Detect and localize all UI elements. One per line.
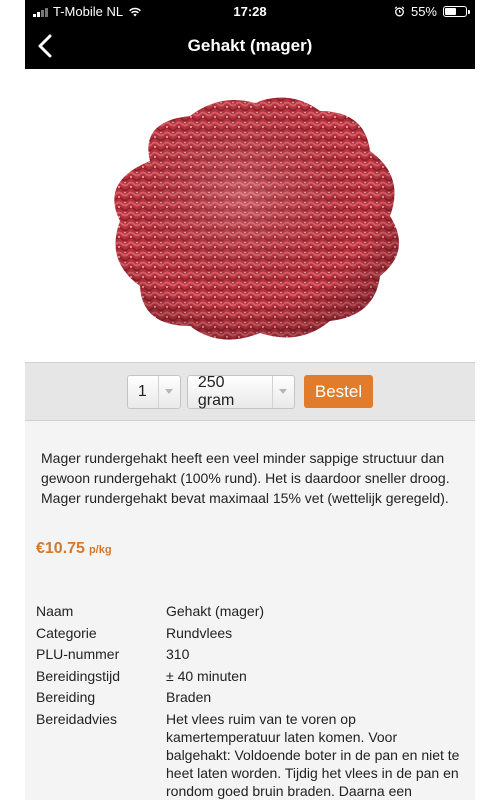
detail-value: Het vlees ruim van te voren op kamertemp… [166, 710, 460, 799]
detail-label: Bereidadvies [36, 710, 117, 727]
alarm-clock-icon [394, 6, 405, 17]
back-button[interactable] [25, 23, 65, 69]
detail-value: Braden [166, 689, 212, 705]
status-bar: T-Mobile NL 17:28 55% [25, 0, 475, 23]
ground-beef-image [114, 97, 399, 340]
chevron-left-icon [38, 34, 52, 58]
battery-icon [443, 6, 470, 17]
price-unit: p/kg [88, 544, 112, 556]
order-bar: 1 250 gram Bestel [25, 362, 475, 421]
page-title: Gehakt (mager) [187, 36, 313, 55]
carrier-label: T-Mobile NL [53, 4, 124, 19]
detail-value: ± 40 minuten [166, 667, 247, 684]
detail-value: Rundvlees [166, 624, 233, 641]
quantity-select[interactable]: 1 [126, 374, 181, 409]
detail-row: Bereiding Braden [36, 688, 475, 706]
detail-label: Bereidingstijd [36, 667, 121, 684]
detail-row: Bereidingstijd ± 40 minuten [36, 667, 475, 685]
detail-value: 310 [166, 646, 190, 662]
status-right: 55% [394, 4, 470, 19]
product-description: Mager rundergehakt heeft een veel minder… [41, 450, 450, 506]
product-details: Naam Gehakt (mager) Categorie Rundvlees … [25, 558, 475, 800]
weight-value: 250 gram [197, 373, 235, 409]
signal-icon [33, 7, 48, 17]
quantity-value: 1 [137, 382, 147, 400]
order-button[interactable]: Bestel [303, 375, 374, 408]
detail-row: PLU-nummer 310 [36, 645, 475, 663]
detail-row: Bereidadvies Het vlees ruim van te voren… [36, 710, 475, 800]
detail-row: Categorie Rundvlees [36, 624, 475, 642]
chevron-down-icon [157, 375, 180, 408]
wifi-icon [129, 7, 142, 16]
battery-level [445, 8, 456, 15]
status-left: T-Mobile NL [33, 4, 142, 19]
weight-select[interactable]: 250 gram [186, 373, 295, 409]
detail-label: Categorie [36, 624, 97, 641]
battery-percentage: 55% [410, 4, 437, 19]
detail-label: PLU-nummer [36, 646, 120, 662]
detail-label: Bereiding [36, 689, 96, 705]
app-screen: T-Mobile NL 17:28 55% Gehakt (mager) 1 2… [25, 0, 475, 800]
price: €10.75 p/kg [25, 508, 475, 558]
chevron-down-icon [271, 375, 294, 408]
navigation-bar: Gehakt (mager) [25, 23, 475, 69]
price-value: €10.75 [36, 540, 85, 557]
detail-label: Naam [36, 603, 74, 619]
product-image [25, 69, 475, 362]
detail-row: Naam Gehakt (mager) [36, 602, 475, 620]
detail-value: Gehakt (mager) [166, 603, 265, 619]
